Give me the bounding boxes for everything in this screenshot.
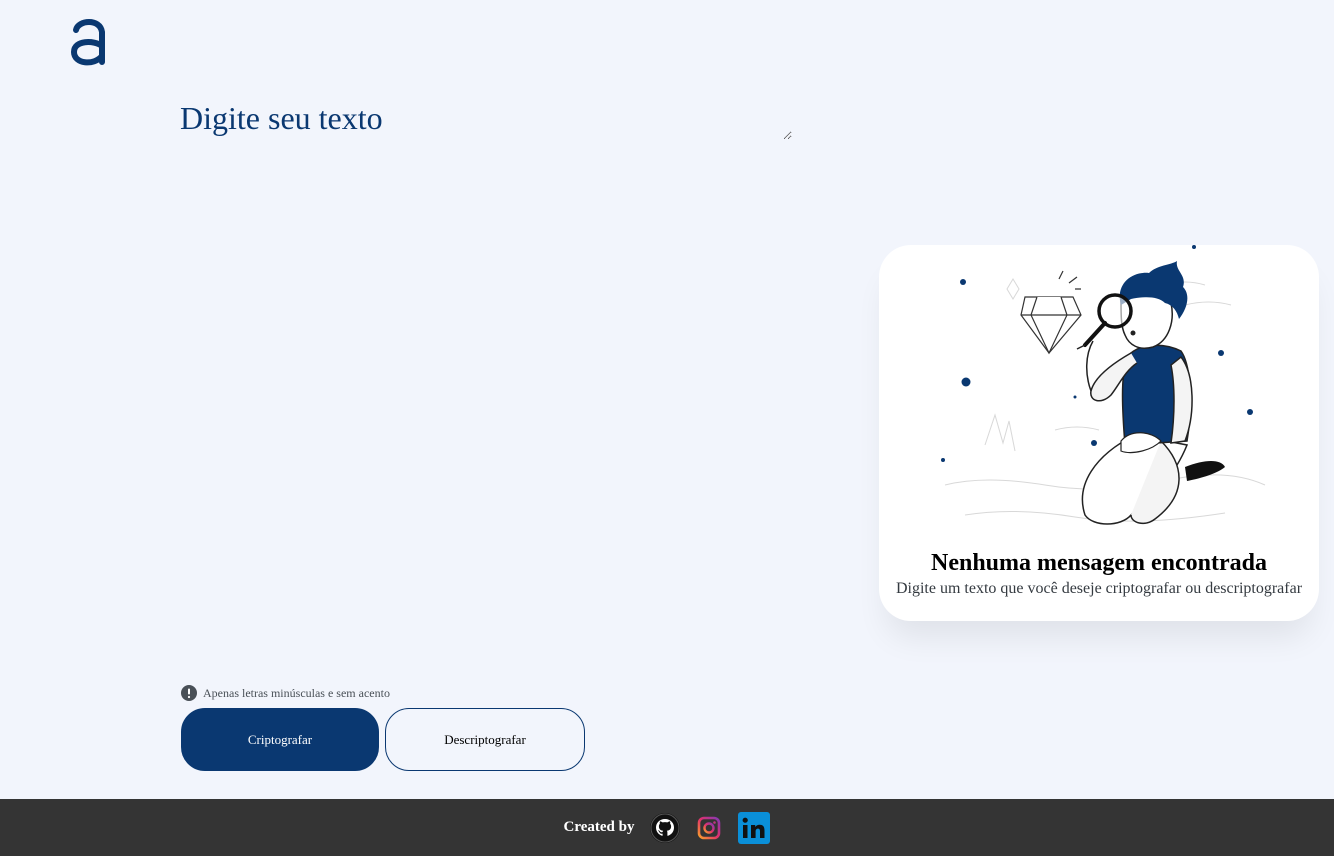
footer-credit: Created by — [563, 819, 635, 835]
instagram-icon[interactable] — [694, 813, 724, 843]
encrypt-button-label: Criptografar — [247, 731, 313, 747]
text-input[interactable] — [180, 96, 792, 140]
encrypt-button[interactable]: Criptografar — [181, 708, 379, 771]
linkedin-icon[interactable] — [738, 811, 771, 844]
exclamation-circle-icon — [181, 685, 197, 701]
alura-logo-icon[interactable] — [70, 16, 106, 68]
decrypt-button[interactable]: Descriptografar — [385, 708, 585, 771]
hint: Apenas letras minúsculas e sem acento — [181, 684, 390, 702]
person-with-magnifying-glass-icon — [941, 245, 1266, 525]
panel-subtitle: Digite um texto que você deseje criptogr… — [895, 580, 1303, 597]
panel-title: Nenhuma mensagem encontrada — [931, 550, 1267, 576]
footer: Created by — [0, 799, 1334, 856]
decrypt-button-label: Descriptografar — [444, 731, 526, 747]
output-panel: Nenhuma mensagem encontrada Digite um te… — [879, 245, 1319, 621]
hint-text: Apenas letras minúsculas e sem acento — [203, 685, 390, 700]
github-icon[interactable] — [650, 812, 681, 843]
